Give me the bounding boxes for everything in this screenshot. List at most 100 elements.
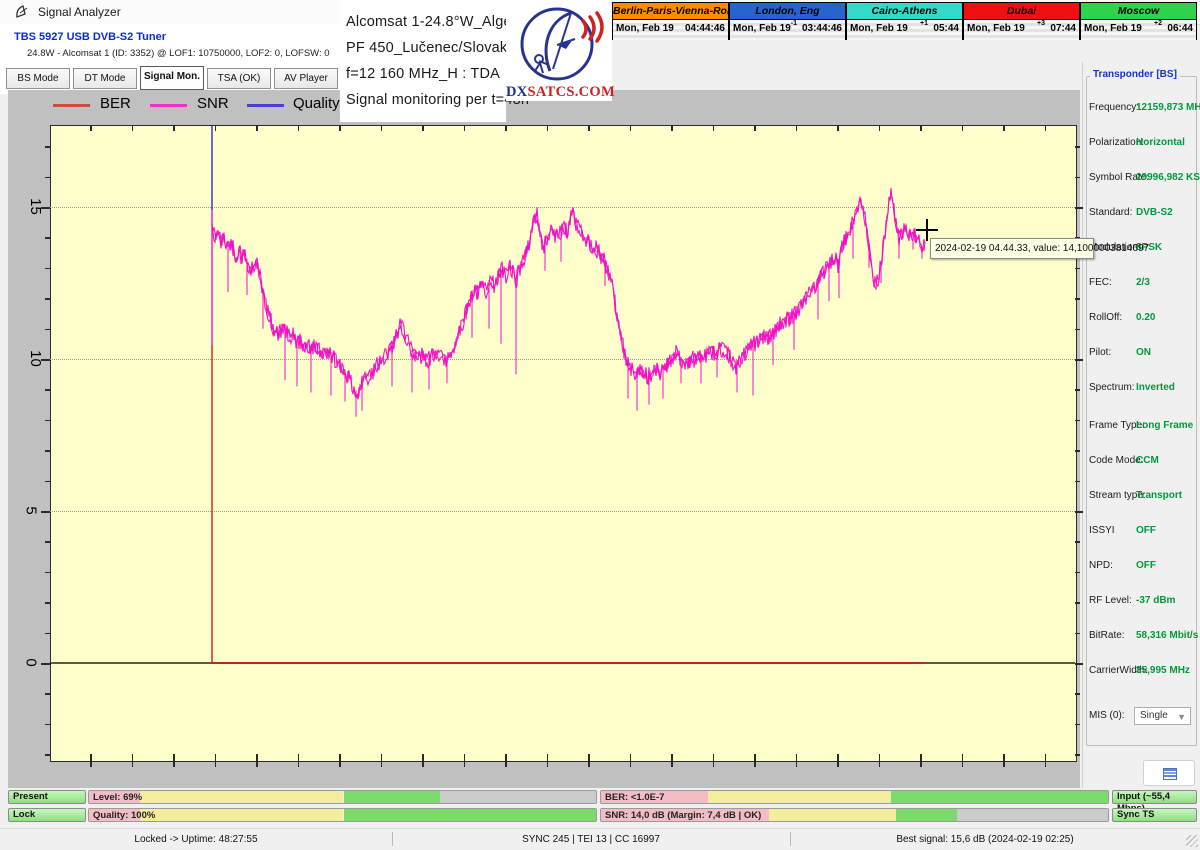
y-axis-label: 0 <box>23 658 40 666</box>
tab-bs-mode[interactable]: BS Mode <box>6 68 70 89</box>
transponder-row-value: 12159,873 MHz <box>1136 102 1200 113</box>
clock-body: Mon, Feb 19 04:44:46 <box>613 20 728 40</box>
tab-av-player[interactable]: AV Player <box>274 68 338 89</box>
mis-label: MIS (0): <box>1089 710 1125 721</box>
y-tick-right <box>1075 541 1080 543</box>
gauge-label-ber: BER: <1.0E-7 <box>605 792 664 803</box>
transponder-row-value: 35,995 MHz <box>1136 665 1190 676</box>
transponder-row-label: ISSYI <box>1089 525 1115 536</box>
legend-dash-snr <box>150 104 187 107</box>
transponder-row-value: Horizontal <box>1136 137 1185 148</box>
clock-utc-offset: +2 <box>1154 20 1162 27</box>
stream-list-button[interactable] <box>1143 760 1195 786</box>
clock-date: Mon, Feb 19 <box>850 23 908 34</box>
tab-tsa-ok-[interactable]: TSA (OK) <box>207 68 271 89</box>
tab-dt-mode[interactable]: DT Mode <box>73 68 137 89</box>
stream-counters: SYNC 245 | TEI 13 | CC 16997 <box>392 834 790 845</box>
present-indicator: Present <box>8 790 86 804</box>
y-tick <box>41 511 50 513</box>
clock-utc-offset: +3 <box>1037 20 1045 27</box>
device-title: TBS 5927 USB DVB-S2 Tuner <box>14 31 166 43</box>
gauge-bar-level: Level: 69% <box>88 790 597 804</box>
clock-time: 04:44:46 <box>685 23 725 34</box>
y-tick-right <box>1075 389 1080 391</box>
y-tick-right <box>1075 329 1080 331</box>
gauge-bar-ber: BER: <1.0E-7 <box>600 790 1109 804</box>
gauge-segment <box>140 791 344 803</box>
gauge-segment <box>769 809 896 821</box>
transponder-row-label: NPD: <box>1089 560 1113 571</box>
tab-signal-mon-[interactable]: Signal Mon. <box>140 66 204 90</box>
gauge-bar-snr: SNR: 14,0 dB (Margin: 7,4 dB | OK) <box>600 808 1109 822</box>
y-tick-right <box>1075 754 1080 756</box>
y-tick <box>41 207 50 209</box>
gauge-bar-quality: Quality: 100% <box>88 808 597 822</box>
clock-panel: London, EngMon, Feb 1903:44:46-1 <box>729 2 846 40</box>
legend-dash-ber <box>53 104 90 107</box>
transponder-row-label: Spectrum: <box>1089 382 1135 393</box>
gauge-segment <box>440 791 597 803</box>
y-tick-right <box>1075 359 1083 361</box>
transponder-row-value: ON <box>1136 347 1151 358</box>
clock-time: 05:44 <box>933 23 959 34</box>
transponder-row-value: CCM <box>1136 455 1159 466</box>
y-tick-right <box>1075 602 1080 604</box>
gauge-segment <box>957 809 1109 821</box>
annotation-line: Alcomsat 1-24.8°W_Algeria <box>346 14 528 30</box>
gauge-label-quality: Quality: 100% <box>93 810 155 821</box>
signal-traces <box>50 125 1075 760</box>
y-tick-right <box>1075 177 1080 179</box>
clock-city: Moscow <box>1081 3 1196 20</box>
y-tick-right <box>1075 481 1080 483</box>
clock-panel: Cairo-AthensMon, Feb 1905:44+1 <box>846 2 963 40</box>
window-title: Signal Analyzer <box>38 5 121 19</box>
crosshair-cursor <box>916 229 938 231</box>
best-signal: Best signal: 15,6 dB (2024-02-19 02:25) <box>790 834 1180 845</box>
transponder-row-value: Inverted <box>1136 382 1175 393</box>
gauge-segment <box>140 809 344 821</box>
clock-time: 07:44 <box>1050 23 1076 34</box>
gauge-segment <box>896 809 957 821</box>
clock-panel: Dubai Mon, Feb 19 07:44 +3 <box>963 2 1080 40</box>
resize-grip[interactable] <box>1186 835 1198 847</box>
transponder-row-label: RollOff: <box>1089 312 1122 323</box>
mis-dropdown[interactable]: Single▼ <box>1134 707 1191 725</box>
annotation-line: PF 450_Lučenec/Slovakia <box>346 40 519 56</box>
annotation-text-block: Alcomsat 1-24.8°W_AlgeriaPF 450_Lučenec/… <box>340 0 506 122</box>
clock-city: Cairo-Athens <box>847 3 962 20</box>
lock-indicator: Lock <box>8 808 86 822</box>
signal-analyzer-window: Signal Analyzer TBS 5927 USB DVB-S2 Tune… <box>0 0 1200 850</box>
y-tick-right <box>1075 663 1083 665</box>
y-tick <box>41 359 50 361</box>
gauge-label-snr: SNR: 14,0 dB (Margin: 7,4 dB | OK) <box>605 810 761 821</box>
legend-label-ber: BER <box>100 95 131 112</box>
transponder-title: Transponder [BS] <box>1090 69 1180 80</box>
clock-date: Mon, Feb 19 <box>733 23 791 34</box>
input-indicator: Input (~55,4 Mbps) <box>1112 790 1197 804</box>
clock-city: Dubai <box>964 3 1079 20</box>
transponder-row-label: FEC: <box>1089 277 1112 288</box>
annotation-line: f=12 160 MHz_H : TDA <box>346 66 500 82</box>
y-tick <box>41 663 50 665</box>
y-tick-right <box>1075 268 1080 270</box>
clock-time: 03:44:46 <box>802 23 842 34</box>
gauge-segment <box>344 809 598 821</box>
transponder-row-label: BitRate: <box>1089 630 1125 641</box>
y-tick-right <box>1075 207 1083 209</box>
clock-body: Mon, Feb 1903:44:46-1 <box>730 20 845 40</box>
annotation-line: Signal monitoring per t=48h <box>346 92 529 108</box>
clock-date: Mon, Feb 19 <box>967 23 1025 34</box>
clock-date: Mon, Feb 19 <box>616 23 674 34</box>
clock-city: London, Eng <box>730 3 845 20</box>
transponder-row-label: Frequency: <box>1089 102 1139 113</box>
clock-time: 06:44 <box>1167 23 1193 34</box>
transponder-row-value: -37 dBm <box>1136 595 1175 606</box>
transponder-row-label: Pilot: <box>1089 347 1111 358</box>
gauge-segment <box>344 791 441 803</box>
dxsatcs-logo: DXSATCS.COM <box>506 0 612 101</box>
transponder-row-value: OFF <box>1136 525 1156 536</box>
dxsatcs-logo-text: DXSATCS.COM <box>506 84 612 101</box>
status-bar: Locked -> Uptime: 48:27:55 SYNC 245 | TE… <box>0 828 1200 850</box>
transponder-row-value: Transport <box>1136 490 1182 501</box>
transponder-row-label: RF Level: <box>1089 595 1132 606</box>
